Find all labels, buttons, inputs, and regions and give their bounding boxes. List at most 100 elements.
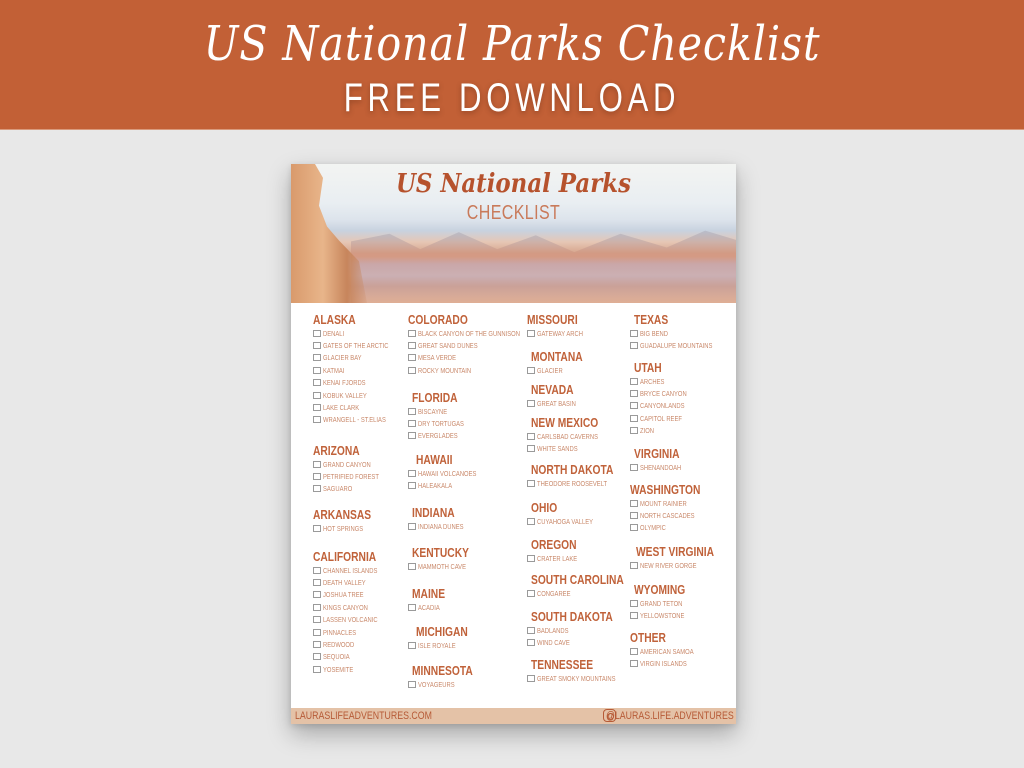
park-item[interactable]: KATMAI [313, 364, 407, 376]
park-checkbox[interactable] [313, 416, 321, 424]
park-item[interactable]: SHENANDOAH [630, 461, 693, 473]
park-checkbox[interactable] [527, 517, 535, 525]
park-checkbox[interactable] [408, 482, 416, 490]
park-checkbox[interactable] [630, 377, 638, 385]
park-checkbox[interactable] [527, 366, 535, 374]
park-checkbox[interactable] [527, 445, 535, 453]
park-item[interactable]: ARCHES [630, 375, 700, 387]
park-item[interactable]: WIND CAVE [527, 636, 631, 648]
park-checkbox[interactable] [527, 554, 535, 562]
park-checkbox[interactable] [313, 665, 321, 673]
park-item[interactable]: GRAND CANYON [313, 458, 395, 470]
park-item[interactable]: GREAT SMOKY MOUNTAINS [527, 672, 638, 684]
park-checkbox[interactable] [630, 612, 638, 620]
park-checkbox[interactable] [313, 460, 321, 468]
park-checkbox[interactable] [313, 616, 321, 624]
park-checkbox[interactable] [313, 485, 321, 493]
park-item[interactable]: CRATER LAKE [527, 552, 589, 564]
park-item[interactable]: KOBUK VALLEY [313, 389, 407, 401]
instagram-handle[interactable]: @LAURAS.LIFE.ADVENTURES [606, 710, 734, 722]
park-checkbox[interactable] [527, 639, 535, 647]
park-checkbox[interactable] [313, 473, 321, 481]
park-item[interactable]: SEQUOIA [313, 651, 393, 663]
park-checkbox[interactable] [527, 626, 535, 634]
park-checkbox[interactable] [408, 603, 416, 611]
park-checkbox[interactable] [630, 390, 638, 398]
park-item[interactable]: JOSHUA TREE [313, 589, 393, 601]
park-item[interactable]: BIG BEND [630, 327, 733, 339]
park-checkbox[interactable] [408, 366, 416, 374]
park-item[interactable]: THEODORE ROOSEVELT [527, 477, 631, 489]
park-checkbox[interactable] [313, 379, 321, 387]
park-item[interactable]: SAGUARO [313, 483, 395, 495]
park-item[interactable]: YOSEMITE [313, 663, 393, 675]
park-item[interactable]: BRYCE CANYON [630, 387, 700, 399]
park-item[interactable]: WHITE SANDS [527, 442, 615, 454]
park-item[interactable]: OLYMPIC [630, 522, 716, 534]
park-item[interactable]: HALEAKALA [408, 479, 493, 491]
park-item[interactable]: PINNACLES [313, 626, 393, 638]
park-item[interactable]: PETRIFIED FOREST [313, 470, 395, 482]
park-checkbox[interactable] [630, 561, 638, 569]
park-item[interactable]: ACADIA [408, 601, 452, 613]
park-checkbox[interactable] [630, 427, 638, 435]
park-checkbox[interactable] [313, 603, 321, 611]
park-checkbox[interactable] [408, 562, 416, 570]
park-item[interactable]: DENALI [313, 327, 407, 339]
park-item[interactable]: LAKE CLARK [313, 401, 407, 413]
park-checkbox[interactable] [408, 329, 416, 337]
park-item[interactable]: NORTH CASCADES [630, 509, 716, 521]
park-checkbox[interactable] [630, 499, 638, 507]
park-item[interactable]: GATEWAY ARCH [527, 327, 596, 339]
park-checkbox[interactable] [408, 641, 416, 649]
park-item[interactable]: CONGAREE [527, 587, 644, 599]
park-checkbox[interactable] [630, 402, 638, 410]
park-item[interactable]: AMERICAN SAMOA [630, 645, 709, 657]
park-checkbox[interactable] [408, 432, 416, 440]
park-checkbox[interactable] [408, 469, 416, 477]
park-item[interactable]: GREAT BASIN [527, 397, 587, 409]
park-item[interactable]: GATES OF THE ARCTIC [313, 339, 407, 351]
park-checkbox[interactable] [630, 660, 638, 668]
park-item[interactable]: GUADALUPE MOUNTAINS [630, 339, 733, 351]
website-link[interactable]: LAURASLIFEADVENTURES.COM [295, 710, 432, 722]
park-checkbox[interactable] [313, 404, 321, 412]
park-item[interactable]: GLACIER [527, 364, 594, 376]
park-checkbox[interactable] [313, 653, 321, 661]
park-item[interactable]: BISCAYNE [408, 405, 477, 417]
park-item[interactable]: REDWOOD [313, 638, 393, 650]
park-checkbox[interactable] [630, 463, 638, 471]
park-item[interactable]: CHANNEL ISLANDS [313, 564, 393, 576]
park-checkbox[interactable] [630, 512, 638, 520]
park-checkbox[interactable] [313, 591, 321, 599]
park-item[interactable]: CARLSBAD CAVERNS [527, 430, 615, 442]
park-checkbox[interactable] [408, 354, 416, 362]
park-item[interactable]: CUYAHOGA VALLEY [527, 515, 609, 527]
park-checkbox[interactable] [630, 342, 638, 350]
park-checkbox[interactable] [527, 674, 535, 682]
park-item[interactable]: EVERGLADES [408, 430, 477, 442]
park-checkbox[interactable] [630, 329, 638, 337]
park-item[interactable]: YELLOWSTONE [630, 609, 697, 621]
park-checkbox[interactable] [313, 566, 321, 574]
park-checkbox[interactable] [527, 329, 535, 337]
park-checkbox[interactable] [527, 479, 535, 487]
park-checkbox[interactable] [313, 329, 321, 337]
park-item[interactable]: NEW RIVER GORGE [630, 559, 731, 571]
park-checkbox[interactable] [313, 391, 321, 399]
park-item[interactable]: HAWAII VOLCANOES [408, 467, 493, 479]
park-checkbox[interactable] [527, 589, 535, 597]
park-item[interactable]: HOT SPRINGS [313, 522, 384, 534]
park-item[interactable]: DEATH VALLEY [313, 576, 393, 588]
park-item[interactable]: KENAI FJORDS [313, 377, 407, 389]
park-checkbox[interactable] [313, 628, 321, 636]
park-checkbox[interactable] [408, 342, 416, 350]
park-item[interactable]: ISLE ROYALE [408, 639, 479, 651]
park-checkbox[interactable] [313, 579, 321, 587]
park-checkbox[interactable] [408, 407, 416, 415]
park-checkbox[interactable] [408, 522, 416, 530]
park-checkbox[interactable] [527, 399, 535, 407]
park-checkbox[interactable] [630, 524, 638, 532]
park-checkbox[interactable] [630, 414, 638, 422]
park-item[interactable]: WRANGELL - ST.ELIAS [313, 414, 407, 426]
